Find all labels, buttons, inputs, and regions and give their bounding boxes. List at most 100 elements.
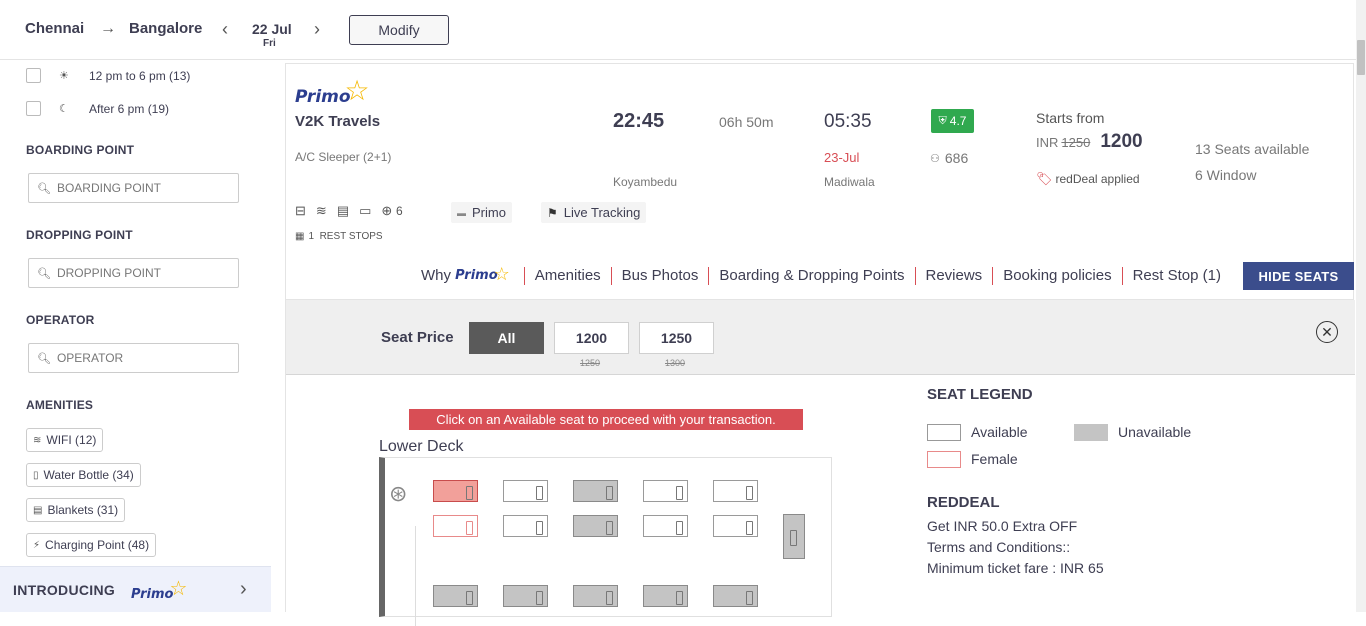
dropping-point-title: DROPPING POINT: [26, 228, 133, 242]
afternoon-icon: ☀: [59, 70, 69, 82]
legend-available-label: Available: [971, 424, 1028, 440]
amenity-chip-water-bottle[interactable]: ▯ Water Bottle (34): [26, 463, 141, 487]
link-bus-photos[interactable]: Bus Photos: [612, 267, 710, 285]
blanket-icon: ▤: [336, 203, 350, 218]
seat-sleeper[interactable]: [713, 515, 758, 537]
price-block: INR 1250 1200: [1036, 131, 1143, 153]
legend-female-label: Female: [971, 451, 1018, 467]
route-arrow-icon: →: [100, 20, 116, 37]
tracking-icon: ⚑: [547, 205, 558, 220]
amenity-chip-blankets[interactable]: ▤ Blankets (31): [26, 498, 126, 522]
star-icon: ☆: [169, 578, 188, 600]
current-price: 1200: [1100, 131, 1143, 152]
link-booking-policies[interactable]: Booking policies: [993, 267, 1123, 285]
search-icon: 🔍︎: [37, 182, 51, 195]
price-filter-strike: 1250: [580, 358, 601, 368]
seat-notice: Click on an Available seat to proceed wi…: [409, 409, 803, 430]
price-filter-1250[interactable]: 1250: [639, 322, 714, 354]
next-date-icon[interactable]: ›: [314, 19, 320, 40]
primo-logo: Primo☆: [295, 75, 376, 109]
seat-price-label: Seat Price: [381, 329, 454, 346]
rest-stop-icon: ▦: [295, 231, 305, 242]
time-filter-12-6[interactable]: ☀ 12 pm to 6 pm (13): [26, 68, 190, 83]
seat-sleeper: [713, 585, 758, 607]
time-filter-after-6[interactable]: ☾ After 6 pm (19): [26, 101, 169, 116]
primo-brand: Primo: [295, 87, 351, 107]
more-amenities[interactable]: ⊕ 6: [381, 203, 402, 219]
window-seats: 6 Window: [1195, 167, 1257, 183]
boarding-point-search[interactable]: 🔍︎ BOARDING POINT: [28, 173, 239, 203]
seat-sleeper[interactable]: [643, 480, 688, 502]
rest-stops-label: REST STOPS: [319, 231, 383, 242]
seat-sleeper[interactable]: [503, 515, 548, 537]
link-boarding-dropping-points[interactable]: Boarding & Dropping Points: [709, 267, 916, 285]
dropping-placeholder: DROPPING POINT: [56, 266, 161, 280]
filter-sidebar: ☀ 12 pm to 6 pm (13) ☾ After 6 pm (19) B…: [0, 61, 271, 612]
amenity-label: Blankets (31): [47, 503, 119, 517]
seat-sleeper: [573, 585, 618, 607]
time-filter-label: 12 pm to 6 pm (13): [89, 68, 191, 83]
seat-sleeper[interactable]: [433, 515, 478, 537]
introducing-label: INTRODUCING: [13, 582, 116, 598]
why-label: Why: [421, 267, 451, 284]
rating-badge[interactable]: ⛨ 4.7: [931, 109, 974, 133]
amenity-chip-charging-point[interactable]: ⚡︎ Charging Point (48): [26, 533, 157, 557]
seat-sleeper[interactable]: [503, 480, 548, 502]
modify-button[interactable]: Modify: [349, 15, 449, 45]
price-filter-1200[interactable]: 1200: [554, 322, 629, 354]
bus-card[interactable]: Primo☆ V2K Travels A/C Sleeper (2+1) 22:…: [285, 63, 1354, 300]
price-filter-all[interactable]: All: [469, 322, 544, 354]
seat-sleeper: [783, 514, 805, 559]
amenity-label: WIFI (12): [46, 433, 97, 447]
reddeal-terms: Terms and Conditions::: [927, 539, 1071, 555]
rating-count: ⚇ 686: [930, 150, 968, 166]
seat-sleeper: [573, 515, 618, 537]
prev-date-icon[interactable]: ‹: [222, 19, 228, 40]
seat-sleeper[interactable]: [643, 515, 688, 537]
link-reviews[interactable]: Reviews: [916, 267, 994, 285]
seat-price-filter-bar: Seat Price All 1200 1250 1250 1300 ✕: [286, 300, 1355, 375]
reddeal-label: redDeal applied: [1055, 172, 1140, 186]
seat-sleeper[interactable]: [713, 480, 758, 502]
people-icon: ⚇: [930, 152, 940, 165]
page-scrollbar[interactable]: [1356, 0, 1366, 612]
legend-unavailable-label: Unavailable: [1118, 424, 1192, 440]
night-icon: ☾: [59, 103, 69, 115]
link-amenities[interactable]: Amenities: [525, 267, 612, 285]
extra-amenities-count: 6: [395, 204, 403, 218]
steering-wheel-icon: ⊛: [389, 481, 408, 506]
tag-icon: 🏷︎: [1036, 171, 1053, 186]
lower-deck-layout: ⊛: [379, 457, 832, 626]
seat-sleeper[interactable]: [433, 480, 478, 502]
scrollbar-thumb[interactable]: [1357, 40, 1365, 75]
departure-time: 22:45: [613, 110, 665, 132]
time-filter-label: After 6 pm (19): [89, 101, 170, 116]
rating-value: 4.7: [949, 114, 967, 128]
seats-available: 13 Seats available: [1195, 141, 1310, 157]
operator-placeholder: OPERATOR: [56, 351, 124, 365]
reddeal-badge: 🏷︎ redDeal applied: [1036, 171, 1140, 187]
search-icon: 🔍︎: [37, 267, 51, 280]
search-icon: 🔍︎: [37, 352, 51, 365]
primo-tag: ▬ Primo: [451, 202, 512, 223]
rating-count-value: 686: [944, 150, 969, 166]
amenity-chip-wifi[interactable]: ≋ WIFI (12): [26, 428, 104, 452]
seat-sleeper: [503, 585, 548, 607]
dropping-point-search[interactable]: 🔍︎ DROPPING POINT: [28, 258, 239, 288]
arrival-date: 23-Jul: [824, 150, 860, 165]
checkbox[interactable]: [26, 101, 41, 116]
from-city: Chennai: [25, 20, 85, 37]
reddeal-min-fare: Minimum ticket fare : INR 65: [927, 560, 1104, 576]
shield-icon: ⛨: [938, 114, 947, 127]
close-icon[interactable]: ✕: [1316, 321, 1338, 343]
operator-search[interactable]: 🔍︎ OPERATOR: [28, 343, 239, 373]
why-primo-link[interactable]: Why Primo ☆: [411, 265, 525, 285]
checkbox[interactable]: [26, 68, 41, 83]
link-rest-stop[interactable]: Rest Stop (1): [1123, 267, 1231, 285]
arrival-time: 05:35: [824, 111, 872, 132]
introducing-primo-banner[interactable]: INTRODUCING Primo☆ ›: [0, 566, 271, 612]
chevron-right-icon[interactable]: ›: [240, 578, 247, 601]
hide-seats-button[interactable]: HIDE SEATS: [1243, 262, 1354, 290]
operator-name: V2K Travels: [295, 113, 381, 130]
deck-divider: [415, 526, 416, 626]
